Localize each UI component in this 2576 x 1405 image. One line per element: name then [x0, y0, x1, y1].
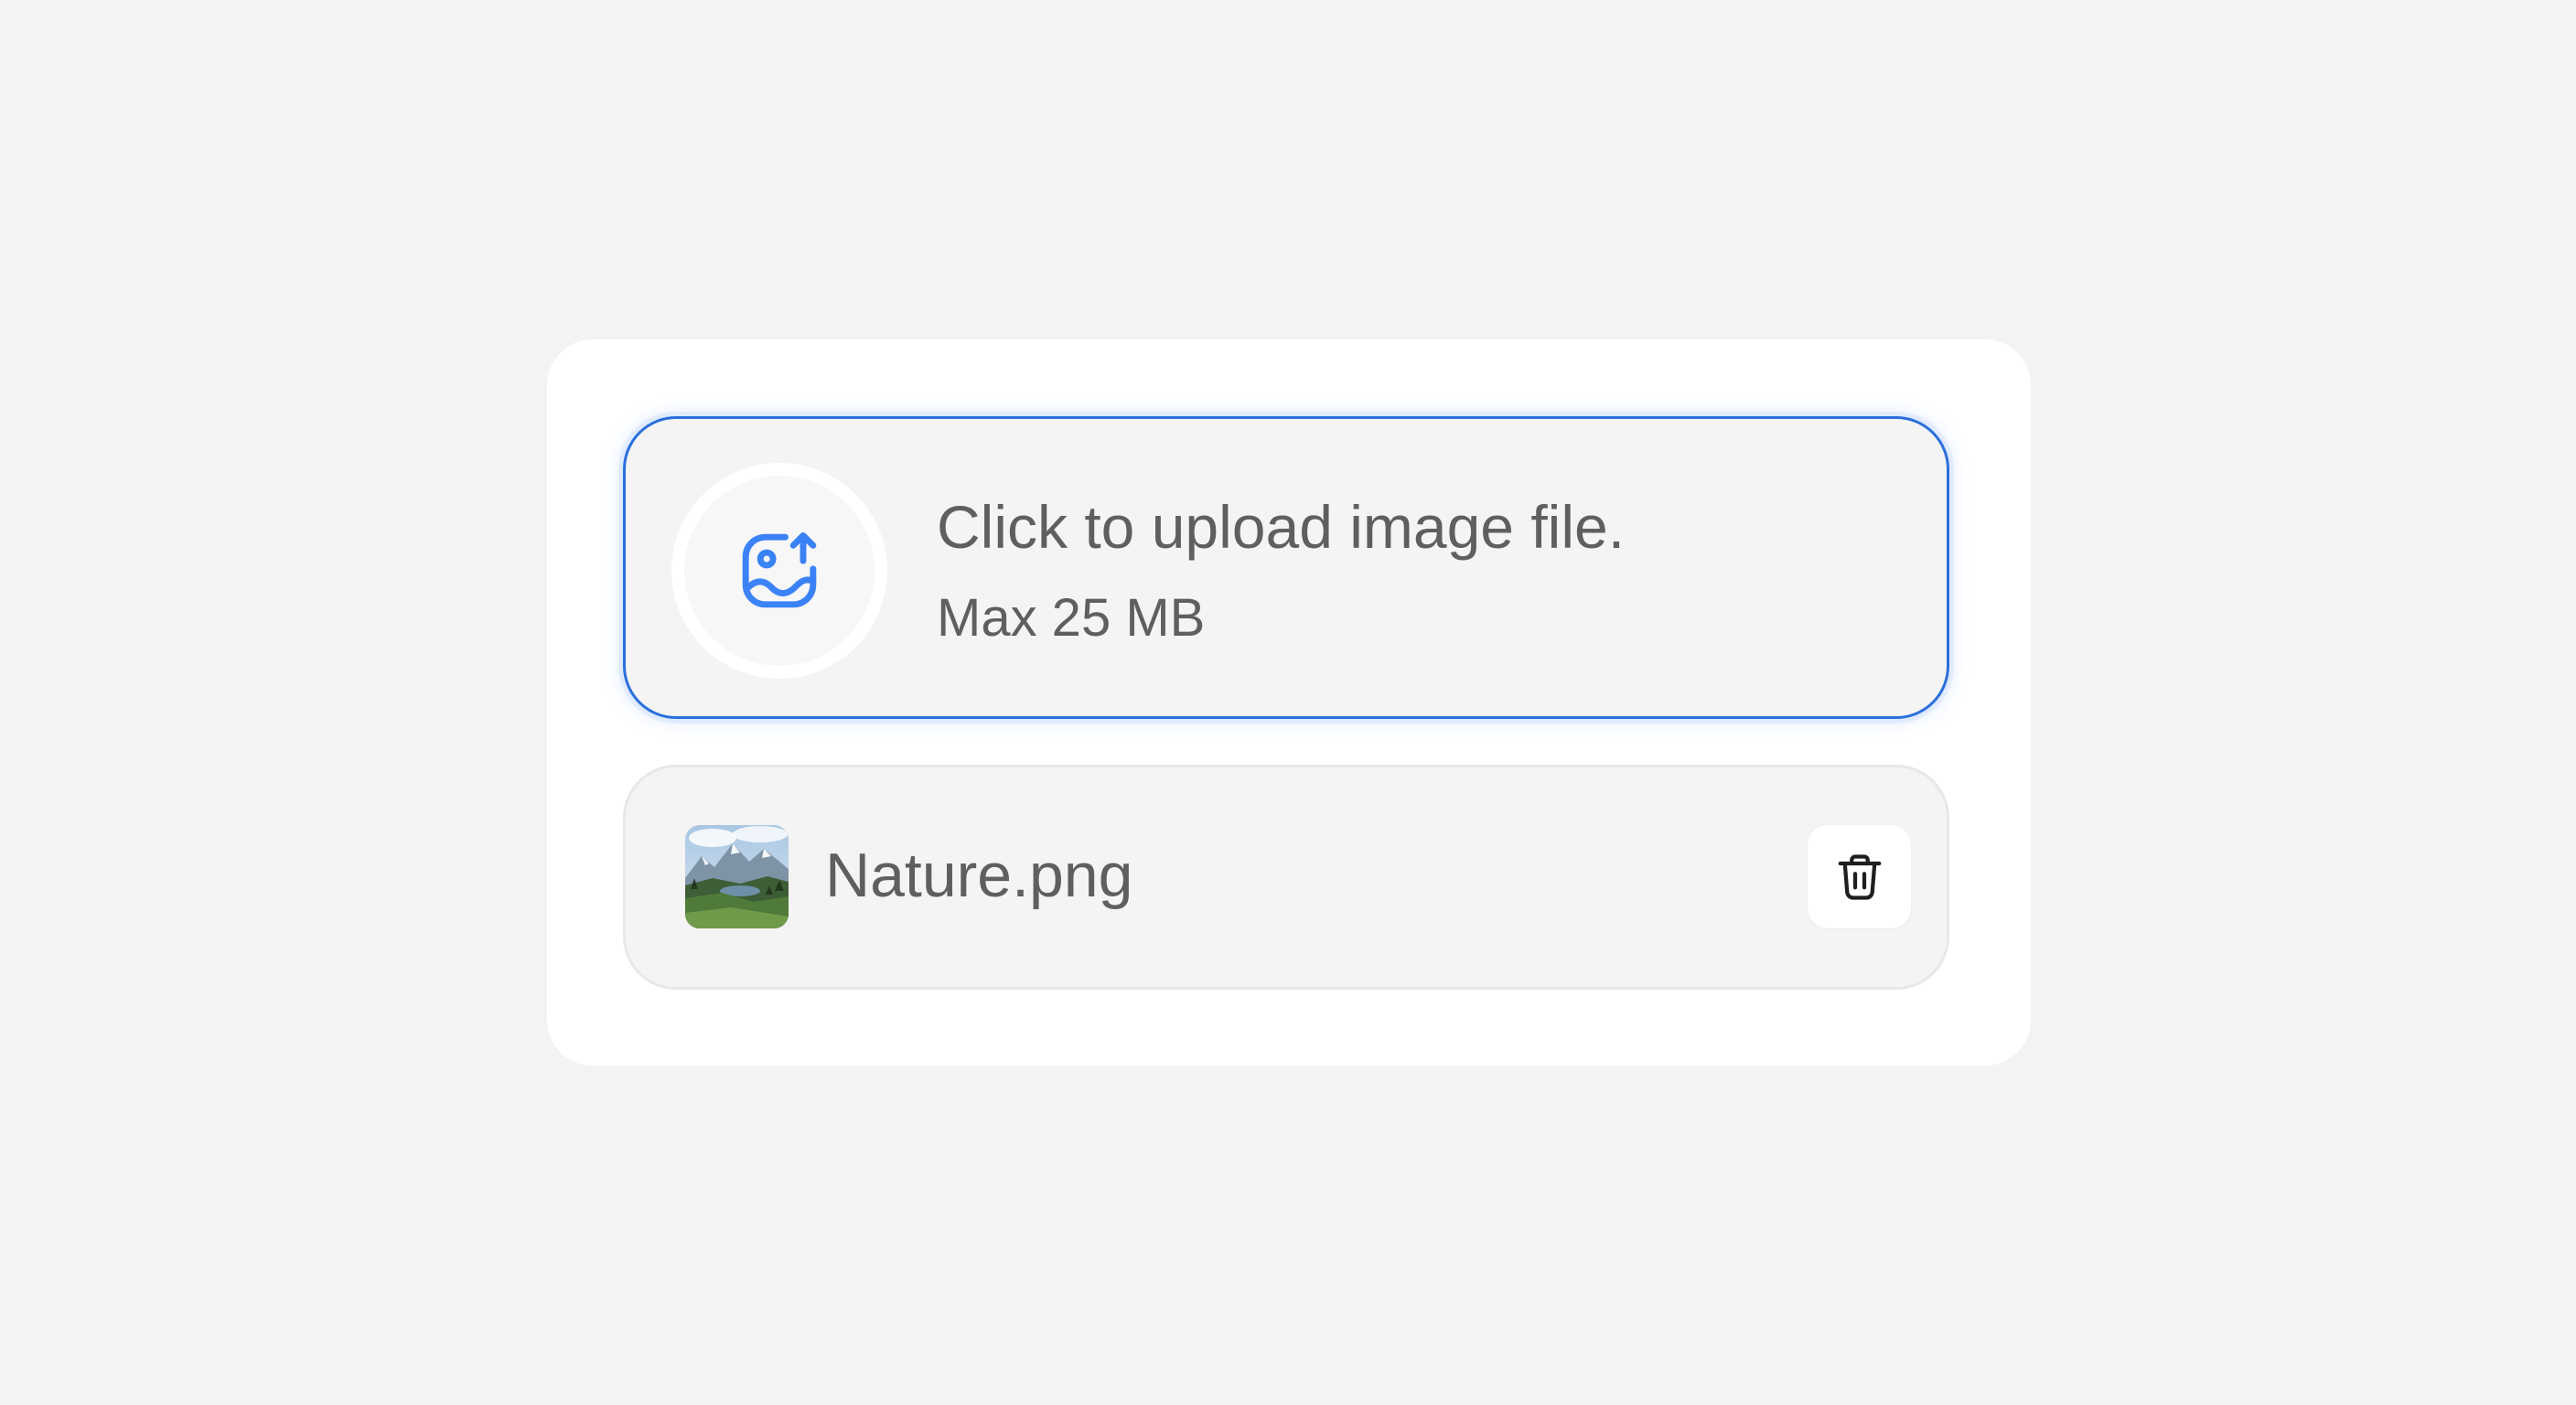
- upload-title: Click to upload image file.: [937, 493, 1626, 561]
- uploaded-file-item: Nature.png: [623, 765, 1949, 990]
- upload-icon-container: [684, 476, 875, 666]
- upload-size-limit: Max 25 MB: [937, 588, 1206, 648]
- upload-dropzone[interactable]: Click to upload image file. Max 25 MB: [623, 416, 1949, 719]
- upload-card: Click to upload image file. Max 25 MB Na…: [547, 339, 2031, 1066]
- delete-file-button[interactable]: [1808, 825, 1911, 928]
- image-upload-icon: [742, 531, 817, 608]
- landscape-thumbnail: [685, 825, 789, 928]
- file-name: Nature.png: [825, 841, 1133, 910]
- file-thumbnail: [685, 825, 789, 928]
- trash-icon: [1838, 853, 1881, 900]
